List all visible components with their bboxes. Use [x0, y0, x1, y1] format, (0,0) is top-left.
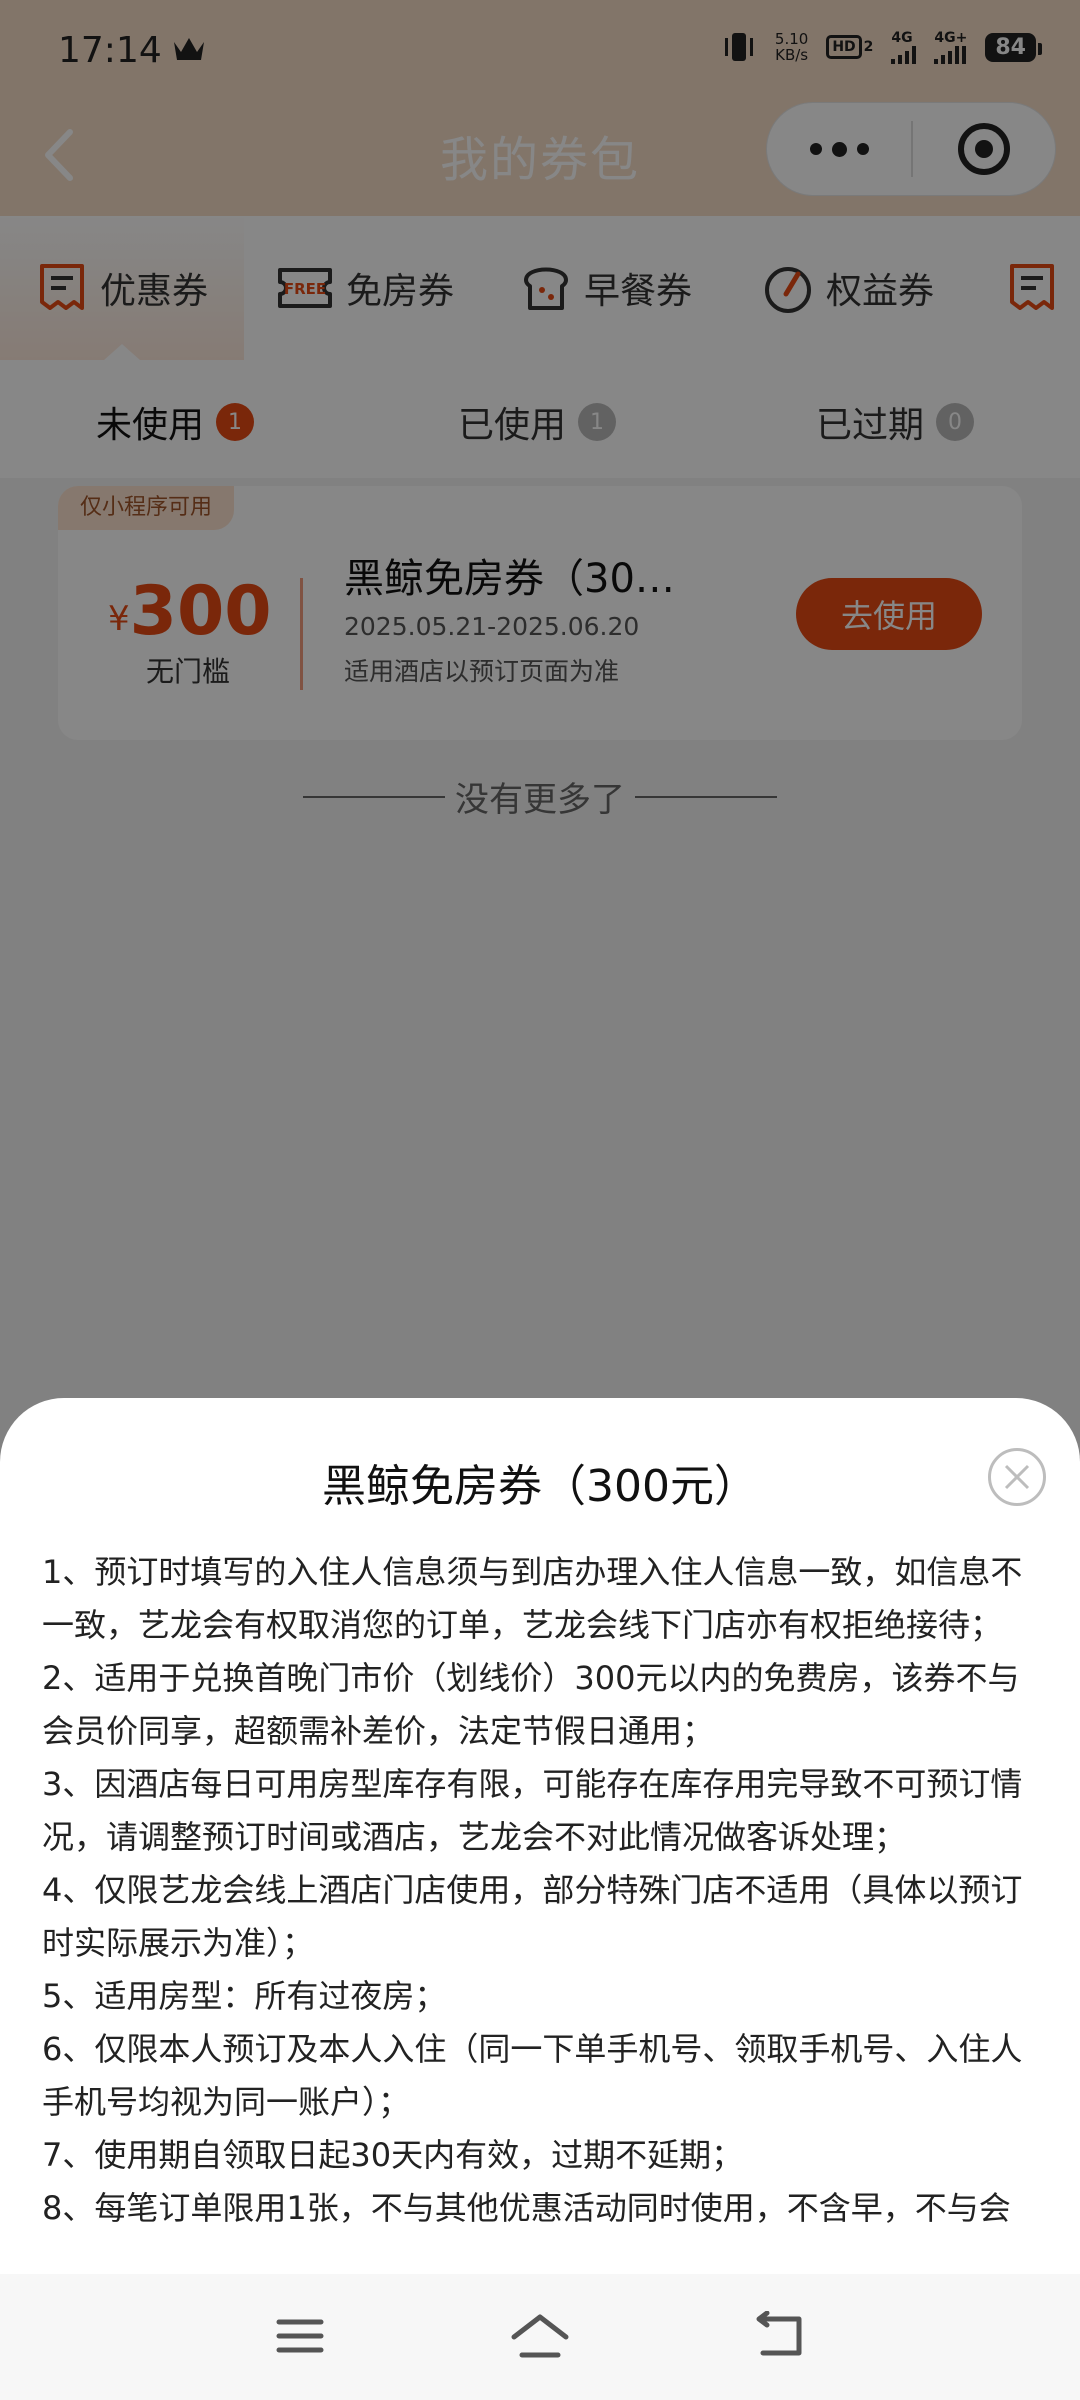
coupon-rules-sheet: 黑鲸免房券（300元） 1、预订时填写的入住人信息须与到店办理入住人信息一致，如…	[0, 1398, 1080, 2274]
home-icon	[511, 2314, 569, 2358]
rule-item: 8、每笔订单限用1张，不与其他优惠活动同时使用，不含早，不与会	[42, 2189, 1011, 2227]
rule-item: 3、因酒店每日可用房型库存有限，可能存在库存用完导致不可预订情况，请调整预订时间…	[42, 1765, 1023, 1856]
rule-item: 5、适用房型：所有过夜房；	[42, 1977, 447, 2015]
rule-item: 1、预订时填写的入住人信息须与到店办理入住人信息一致，如信息不一致，艺龙会有权取…	[42, 1553, 1023, 1644]
close-icon	[1004, 1464, 1030, 1490]
rules-list: 1、预订时填写的入住人信息须与到店办理入住人信息一致，如信息不一致，艺龙会有权取…	[42, 1546, 1042, 2235]
menu-button[interactable]	[268, 2304, 332, 2368]
system-nav-bar	[0, 2274, 1080, 2400]
rule-item: 4、仅限艺龙会线上酒店门店使用，部分特殊门店不适用（具体以预订时实际展示为准）；	[42, 1871, 1023, 1962]
back-button[interactable]	[748, 2304, 812, 2368]
menu-icon	[276, 2319, 324, 2353]
sheet-close-button[interactable]	[988, 1448, 1046, 1506]
rule-item: 6、仅限本人预订及本人入住（同一下单手机号、领取手机号、入住人手机号均视为同一账…	[42, 2030, 1023, 2121]
rule-item: 2、适用于兑换首晚门市价（划线价）300元以内的免费房，该券不与会员价同享，超额…	[42, 1659, 1020, 1750]
rule-item: 7、使用期自领取日起30天内有效，过期不延期；	[42, 2136, 744, 2174]
sheet-title: 黑鲸免房券（300元）	[322, 1461, 758, 1512]
home-button[interactable]	[508, 2304, 572, 2368]
return-icon	[756, 2311, 802, 2356]
